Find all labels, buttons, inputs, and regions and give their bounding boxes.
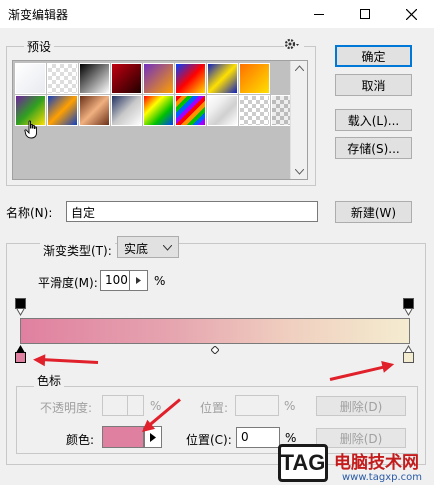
- opacity-position-unit: %: [284, 399, 296, 413]
- color-label: 颜色:: [66, 433, 95, 447]
- maximize-icon: [360, 9, 370, 19]
- triangle-right-icon: [136, 277, 141, 284]
- gradient-type-select[interactable]: 实底: [117, 236, 179, 258]
- color-position-label: 位置(C):: [186, 433, 232, 447]
- triangle-right-icon: [150, 432, 156, 442]
- gear-icon: [284, 38, 299, 50]
- gradient-type-label: 渐变类型(T):: [40, 242, 115, 259]
- preset-swatch[interactable]: [79, 95, 110, 126]
- color-position-input[interactable]: 0: [236, 427, 280, 448]
- load-button[interactable]: 载入(L)...: [335, 109, 412, 131]
- preset-swatch[interactable]: [79, 63, 110, 94]
- gradient-type-value: 实底: [124, 242, 149, 256]
- preset-swatches: [12, 60, 308, 180]
- preset-swatch[interactable]: [143, 95, 174, 126]
- opacity-unit: %: [150, 399, 162, 413]
- name-label: 名称(N):: [6, 206, 53, 220]
- preset-swatch[interactable]: [207, 95, 238, 126]
- delete-opacity-stop-button: 删除(D): [316, 396, 406, 416]
- preset-swatch[interactable]: [111, 95, 142, 126]
- opacity-stop-left[interactable]: [15, 298, 26, 316]
- chevron-down-icon: [163, 245, 172, 251]
- opacity-input: [102, 395, 128, 416]
- save-button[interactable]: 存储(S)...: [335, 137, 412, 159]
- ok-button[interactable]: 确定: [335, 45, 412, 67]
- preset-swatch[interactable]: [239, 95, 270, 126]
- scroll-down-icon: [295, 169, 304, 175]
- gradient-bar[interactable]: [20, 318, 410, 344]
- opacity-stepper: [128, 395, 144, 416]
- preset-swatch[interactable]: [239, 63, 270, 94]
- watermark-tag: TAG: [278, 444, 328, 482]
- smoothness-label: 平滑度(M):: [38, 276, 98, 290]
- preset-swatch[interactable]: [175, 63, 206, 94]
- smoothness-stepper[interactable]: [130, 270, 148, 291]
- color-stops-label: 色标: [34, 372, 65, 389]
- new-button[interactable]: 新建(W): [335, 201, 412, 223]
- minimize-button[interactable]: [296, 0, 342, 28]
- opacity-position-label: 位置:: [200, 401, 229, 415]
- preset-swatch[interactable]: [207, 63, 238, 94]
- presets-label: 预设: [24, 38, 55, 55]
- color-swatch[interactable]: [102, 426, 144, 448]
- name-input[interactable]: 自定: [66, 201, 318, 222]
- preset-swatch[interactable]: [143, 63, 174, 94]
- presets-menu-button[interactable]: [284, 38, 304, 52]
- window-title: 渐变编辑器: [8, 8, 69, 22]
- watermark-title: 电脑技术网: [334, 453, 419, 473]
- close-button[interactable]: [388, 0, 434, 28]
- watermark-url: www.tagxp.com: [342, 472, 422, 483]
- presets-scrollbar[interactable]: [290, 61, 307, 179]
- midpoint-diamond[interactable]: [211, 346, 219, 354]
- scroll-up-icon: [295, 65, 304, 71]
- close-icon: [405, 8, 417, 20]
- color-stop-right[interactable]: [403, 345, 414, 363]
- minimize-icon: [314, 13, 324, 15]
- preset-swatch[interactable]: [47, 95, 78, 126]
- maximize-button[interactable]: [342, 0, 388, 28]
- color-stop-left[interactable]: [15, 345, 26, 363]
- cancel-button[interactable]: 取消: [335, 74, 412, 96]
- preset-swatch[interactable]: [15, 63, 46, 94]
- watermark: TAG 电脑技术网 www.tagxp.com: [278, 438, 434, 485]
- preset-swatch[interactable]: [111, 63, 142, 94]
- opacity-position-input: [235, 395, 279, 416]
- opacity-stop-right[interactable]: [403, 298, 414, 316]
- hand-cursor-icon: [24, 120, 37, 139]
- opacity-label: 不透明度:: [40, 401, 93, 415]
- preset-swatch[interactable]: [47, 63, 78, 94]
- smoothness-unit: %: [154, 274, 166, 288]
- preset-swatch[interactable]: [175, 95, 206, 126]
- smoothness-input[interactable]: 100: [100, 270, 130, 291]
